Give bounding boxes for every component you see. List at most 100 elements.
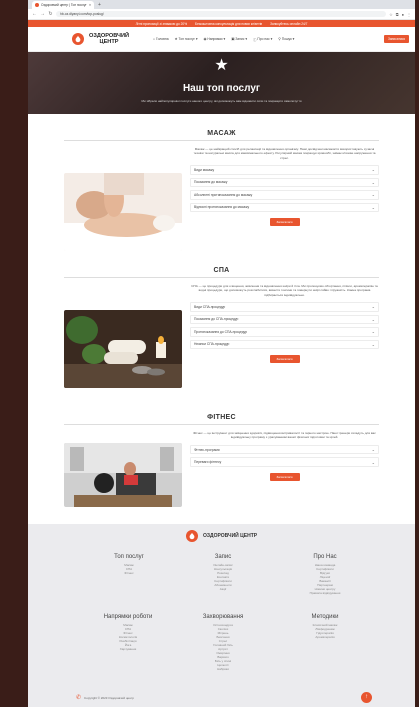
promo-item: Записуйтесь онлайн 24/7 [270,21,308,26]
forward-icon[interactable]: → [40,11,45,17]
new-tab-button[interactable]: + [98,1,101,9]
section-massage: МАСАЖ Масаж — це найкращий спосіб для ре… [28,130,415,251]
chevron-down-icon: ⌄ [371,167,375,173]
chevron-down-icon: ▾ [195,37,198,41]
accordion-item[interactable]: Фітнес-програми ⌄ [190,444,379,455]
section-description: Фітнес — це інструмент для зміцнення здо… [193,431,376,440]
section-description: Масаж — це найкращий спосіб для релаксац… [193,147,376,160]
accordion-item[interactable]: Протипоказання до СПА-процедур ⌄ [190,327,379,337]
chevron-down-icon: ⌄ [371,316,375,322]
chevron-down-icon: ▾ [245,37,248,41]
chevron-down-icon: ⌄ [371,179,375,185]
footer-column-top-services: Топ послуг Масаж СПА Фітнес [94,554,164,575]
menu-item-about[interactable]: ⓘ Про нас ▾ [253,37,272,42]
menu-item-top-services[interactable]: ★ Топ послуг ▾ [175,37,198,42]
footer-column-directions: Напрямки роботи Масаж СПА Фітнес Космето… [88,614,168,651]
site-footer: ОЗДОРОВЧИЙ ЦЕНТР Топ послуг Масаж СПА Фі… [28,524,415,707]
footer-link[interactable]: Правила відвідування [290,591,360,595]
menu-item-search[interactable]: ⚲ Пошук ▾ [278,37,294,42]
main-menu: ⌂ Головна ★ Топ послуг ▾ ◉ Напрямки ▾ ▣ Запис ▾… [153,37,294,42]
scroll-to-top-button[interactable]: ↑ [361,692,372,703]
browser-window: Оздоровчий центр | Топ послуг × + ← → ↻ … [28,0,415,707]
search-icon: ⚲ [278,37,281,41]
accordion-item[interactable]: Показання до СПА-процедур ⌄ [190,314,379,325]
logo-icon [186,530,198,542]
section-title: МАСАЖ [64,130,379,141]
promo-bar: Літні пропозиції зі знижкою до 20% Безко… [28,20,415,27]
close-tab-icon[interactable]: × [89,3,91,7]
hero-banner: ★ Наш топ послуг Ми зібрали найпопулярні… [28,52,415,114]
tab-bar: Оздоровчий центр | Топ послуг × + [28,0,415,9]
menu-item-booking[interactable]: ▣ Запис ▾ [231,37,247,42]
left-frame [0,0,28,707]
footer-column-title: Про Нас [313,554,337,560]
footer-column-booking: Запис Онлайн-запис Консультація Розклад … [188,554,258,591]
page-title: Наш топ послуг [182,83,261,94]
footer-column-title: Напрямки роботи [103,614,153,620]
book-button[interactable]: Записатися [269,218,300,227]
menu-item-home[interactable]: ⌂ Головна [153,37,169,42]
footer-column-methods: Методики Класичний масаж Лімфодренаж Гід… [290,614,360,639]
browser-menu-icon[interactable]: ⋮ [407,12,411,17]
site-header: ОЗДОРОВЧИЙ ЦЕНТР ⌂ Головна ★ Топ послуг ▾ ◉… [28,27,415,52]
footer-link[interactable]: Фітнес [94,571,164,575]
logo-text[interactable]: ОЗДОРОВЧИЙ ЦЕНТР [89,33,129,45]
footer-link[interactable]: Акції [188,587,258,591]
section-spa: СПА СПА — це процедури для очищення, жив… [28,267,415,388]
accordion-item[interactable]: Відносні протипоказання до масажу ⌄ [190,202,379,213]
footer-column-title: Запис [214,554,232,560]
info-icon: ⓘ [253,37,257,42]
section-description: СПА — це процедури для очищення, живленн… [191,284,378,297]
star-icon: ★ [174,37,178,41]
browser-tab[interactable]: Оздоровчий центр | Топ послуг × [32,1,94,9]
footer-link[interactable]: Ароматерапія [290,635,360,639]
accordion-item[interactable]: Абсолютні протипоказання до масажу ⌄ [190,190,379,200]
reload-icon[interactable]: ↻ [48,11,53,17]
accordion-item[interactable]: Нюанси СПА-процедур ⌄ [190,339,379,350]
chevron-down-icon: ⌄ [371,447,375,453]
header-signup-button[interactable]: Записатися [383,35,409,43]
book-button[interactable]: Записатися [269,355,300,364]
section-title: СПА [64,267,379,278]
star-icon: ★ [214,57,229,74]
chevron-down-icon: ▾ [292,37,295,41]
promo-item: Безкоштовна консультація для нових клієн… [195,21,263,26]
extensions-icon[interactable]: ⧉ [396,12,399,17]
bookmark-star-icon[interactable]: ☆ [389,12,393,17]
chevron-down-icon: ⌄ [371,459,375,465]
chevron-down-icon: ⌄ [371,329,375,335]
tab-title: Оздоровчий центр | Топ послуг [41,3,87,7]
massage-photo [64,173,182,251]
chevron-down-icon: ⌄ [371,304,375,310]
footer-link[interactable]: Набряки [183,667,263,671]
profile-icon[interactable]: ● [402,12,404,17]
promo-item: Літні пропозиції зі знижкою до 20% [135,21,188,26]
fitness-photo [64,443,182,507]
footer-link[interactable]: Харчування [88,647,168,651]
chevron-down-icon: ▾ [270,37,273,41]
home-icon: ⌂ [153,37,155,41]
compass-icon: ◉ [203,37,207,41]
calendar-icon: ▣ [231,37,235,41]
footer-column-about: Про Нас Наша команда Сертифікати Відгуки… [290,554,360,595]
book-button[interactable]: Записатися [269,472,300,481]
favicon-icon [35,3,39,7]
footer-column-title: Методики [311,614,339,620]
accordion-item[interactable]: Види СПА-процедур ⌄ [190,302,379,312]
footer-logo[interactable]: ОЗДОРОВЧИЙ ЦЕНТР [186,530,257,542]
back-icon[interactable]: ← [32,11,37,17]
right-frame [415,0,419,707]
accordion-item[interactable]: Види масажу ⌄ [190,165,379,175]
address-bar: ← → ↻ hb-oz.dlyanyi.com/top-poslug/ ☆ ⧉ … [28,9,415,20]
accordion-item[interactable]: Показання до масажу ⌄ [190,177,379,188]
accordion-item[interactable]: Переваги фітнесу ⌄ [190,457,379,467]
menu-item-directions[interactable]: ◉ Напрямки ▾ [204,37,226,42]
footer-column-title: Топ послуг [114,554,144,560]
logo-icon[interactable] [72,33,84,45]
chevron-down-icon: ⌄ [371,204,375,210]
url-field[interactable]: hb-oz.dlyanyi.com/top-poslug/ [56,11,387,17]
section-title: ФІТНЕС [64,414,379,425]
footer-copyright: ✆ Copyright © 2023 Оздоровчий центр [76,694,134,701]
phone-icon[interactable]: ✆ [76,694,81,701]
spa-photo [64,310,182,388]
